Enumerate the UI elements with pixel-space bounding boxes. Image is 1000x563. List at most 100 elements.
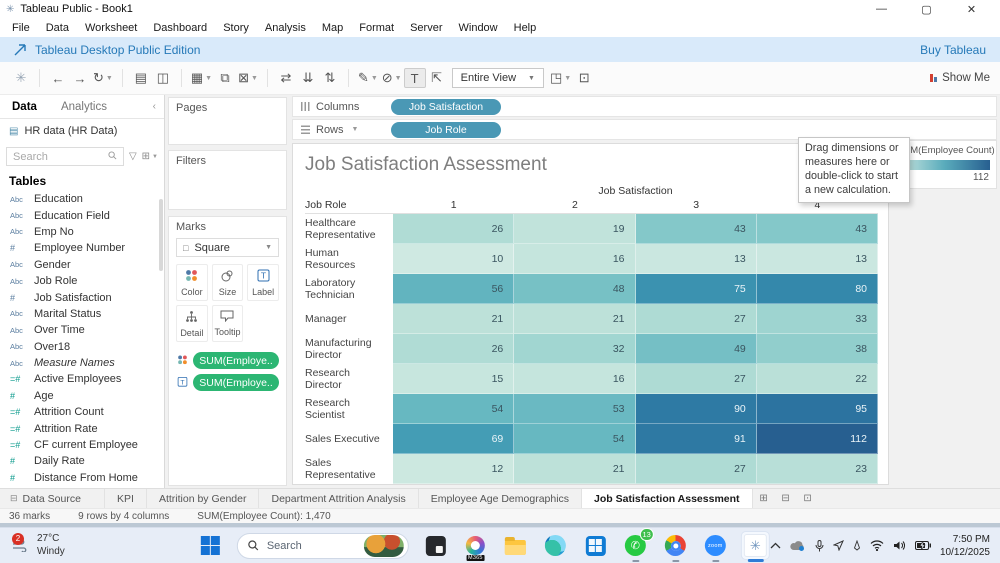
replay-icon[interactable]: ↻ ▼ xyxy=(91,68,115,88)
battery-icon[interactable] xyxy=(914,541,931,550)
microsoft-store-icon[interactable] xyxy=(582,532,609,559)
zoom-icon[interactable]: zoom xyxy=(702,532,729,559)
field-distance-from-home[interactable]: # Distance From Home xyxy=(0,470,164,486)
heatmap-cell[interactable]: 75 xyxy=(635,274,757,304)
pages-shelf[interactable]: Pages xyxy=(168,97,287,145)
new-worksheet-icon[interactable]: ▦ ▼ xyxy=(189,68,214,88)
mark-type-dropdown[interactable]: □ Square ▼ xyxy=(176,238,279,257)
field-marital-status[interactable]: Abc Marital Status xyxy=(0,306,164,322)
field-education-field[interactable]: Abc Education Field xyxy=(0,207,164,223)
presentation-mode-icon[interactable]: ⊡ xyxy=(573,68,595,88)
field-active-employees[interactable]: =# Active Employees xyxy=(0,371,164,387)
field-job-satisfaction[interactable]: # Job Satisfaction xyxy=(0,289,164,305)
heatmap-cell[interactable]: 19 xyxy=(514,214,636,244)
show-hide-cards-icon[interactable]: ◳ ▼ xyxy=(548,68,573,88)
heatmap-cell[interactable]: 26 xyxy=(393,334,515,364)
wifi-icon[interactable] xyxy=(870,540,884,551)
heatmap-cell[interactable]: 22 xyxy=(756,364,878,394)
menu-window[interactable]: Window xyxy=(451,22,506,34)
heatmap-cell[interactable]: 48 xyxy=(514,274,636,304)
field-education[interactable]: Abc Education xyxy=(0,191,164,207)
show-me-button[interactable]: Show Me xyxy=(930,72,990,84)
pen-icon[interactable] xyxy=(853,540,861,551)
volume-icon[interactable] xyxy=(893,540,906,551)
tableau-logo-icon[interactable]: ✳ xyxy=(10,68,32,88)
new-story-button[interactable]: ⊡ xyxy=(797,493,819,504)
new-worksheet-button[interactable]: ⊞ xyxy=(753,493,775,504)
highlight-icon[interactable]: ✎ ▼ xyxy=(356,68,380,88)
sheet-tab-employee-age-demographics[interactable]: Employee Age Demographics xyxy=(419,489,583,508)
heatmap-cell[interactable]: 90 xyxy=(635,394,757,424)
color-button[interactable]: Color xyxy=(176,264,208,301)
weather-widget[interactable]: 2 27°C Windy xyxy=(0,532,75,558)
field-emp-no[interactable]: Abc Emp No xyxy=(0,224,164,240)
field-job-role[interactable]: Abc Job Role xyxy=(0,273,164,289)
maximize-button[interactable]: ▢ xyxy=(904,3,949,16)
sheet-tab-active[interactable]: Job Satisfaction Assessment xyxy=(582,489,753,508)
heatmap-cell[interactable]: 27 xyxy=(635,304,757,334)
menu-help[interactable]: Help xyxy=(506,22,545,34)
field-attrition-rate[interactable]: =# Attrition Rate xyxy=(0,420,164,436)
close-button[interactable]: ✕ xyxy=(949,3,994,16)
microphone-icon[interactable] xyxy=(815,539,824,552)
heatmap-cell[interactable]: 16 xyxy=(514,364,636,394)
menu-map[interactable]: Map xyxy=(314,22,351,34)
notebook-app-icon[interactable] xyxy=(422,532,449,559)
heatmap-cell[interactable]: 15 xyxy=(393,364,515,394)
m365-copilot-icon[interactable]: M365 xyxy=(462,532,489,561)
heatmap-cell[interactable]: 43 xyxy=(635,214,757,244)
menu-format[interactable]: Format xyxy=(351,22,402,34)
filter-fields-icon[interactable]: ▽ xyxy=(129,151,137,162)
field-employee-count[interactable]: #Employee Count xyxy=(0,486,164,488)
sheet-tab-kpi[interactable]: KPI xyxy=(105,489,147,508)
new-dashboard-button[interactable]: ⊟ xyxy=(775,493,797,504)
undo-icon[interactable]: ← xyxy=(47,69,69,88)
rows-pill[interactable]: Job Role xyxy=(391,121,501,138)
heatmap-cell[interactable]: 80 xyxy=(756,274,878,304)
collapse-pane-icon[interactable]: ‹ xyxy=(145,101,164,112)
heatmap-cell[interactable]: 56 xyxy=(393,274,515,304)
heatmap-cell[interactable]: 53 xyxy=(514,394,636,424)
columns-shelf[interactable]: Columns Job Satisfaction xyxy=(292,96,997,117)
tab-data-source[interactable]: ⊟ Data Source xyxy=(0,489,105,508)
location-icon[interactable] xyxy=(832,540,844,551)
measure-pill-0[interactable]: SUM(Employe.. xyxy=(193,352,279,369)
heatmap-cell[interactable]: 27 xyxy=(635,454,757,484)
field-employee-number[interactable]: # Employee Number xyxy=(0,240,164,256)
menu-analysis[interactable]: Analysis xyxy=(257,22,314,34)
menu-worksheet[interactable]: Worksheet xyxy=(77,22,145,34)
heatmap-cell[interactable]: 27 xyxy=(635,364,757,394)
sort-descending-icon[interactable]: ⇅ xyxy=(319,68,341,88)
fix-axes-icon[interactable]: ⇱ xyxy=(426,68,448,88)
start-button[interactable] xyxy=(197,532,224,559)
measure-pill-1[interactable]: SUM(Employe.. xyxy=(193,374,279,391)
field-age[interactable]: # Age xyxy=(0,388,164,404)
clear-sheet-icon[interactable]: ⊠ ▼ xyxy=(236,68,260,88)
heatmap-cell[interactable]: 21 xyxy=(514,304,636,334)
datasource-item[interactable]: ▤ HR data (HR Data) xyxy=(0,119,164,143)
chrome-icon[interactable] xyxy=(662,532,689,559)
tooltip-button[interactable]: Tooltip xyxy=(211,305,244,342)
heatmap-cell[interactable]: 12 xyxy=(393,454,515,484)
heatmap-cell[interactable]: 33 xyxy=(756,304,878,334)
menu-file[interactable]: File xyxy=(4,22,38,34)
tab-data[interactable]: Data xyxy=(0,97,49,117)
file-explorer-icon[interactable] xyxy=(502,532,529,559)
field-attrition-count[interactable]: =# Attrition Count xyxy=(0,404,164,420)
heatmap-cell[interactable]: 10 xyxy=(393,244,515,274)
menu-dashboard[interactable]: Dashboard xyxy=(145,22,215,34)
columns-pill[interactable]: Job Satisfaction xyxy=(391,98,501,115)
save-icon[interactable]: ▤ xyxy=(130,68,152,88)
field-cf-current-employee[interactable]: =# CF current Employee xyxy=(0,437,164,453)
buy-tableau-link[interactable]: Buy Tableau xyxy=(920,43,986,57)
heatmap-cell[interactable]: 112 xyxy=(756,424,878,454)
heatmap-cell[interactable]: 54 xyxy=(514,424,636,454)
heatmap-cell[interactable]: 16 xyxy=(514,244,636,274)
heatmap-cell[interactable]: 54 xyxy=(393,394,515,424)
taskbar-search[interactable]: Search xyxy=(236,532,409,559)
tableau-taskbar-icon[interactable]: ✳ xyxy=(741,532,769,559)
show-mark-labels-icon[interactable]: T xyxy=(403,68,426,88)
swap-rows-columns-icon[interactable]: ⇄ xyxy=(275,68,297,88)
field-over-time[interactable]: Abc Over Time xyxy=(0,322,164,338)
fields-scrollbar[interactable] xyxy=(159,199,163,271)
